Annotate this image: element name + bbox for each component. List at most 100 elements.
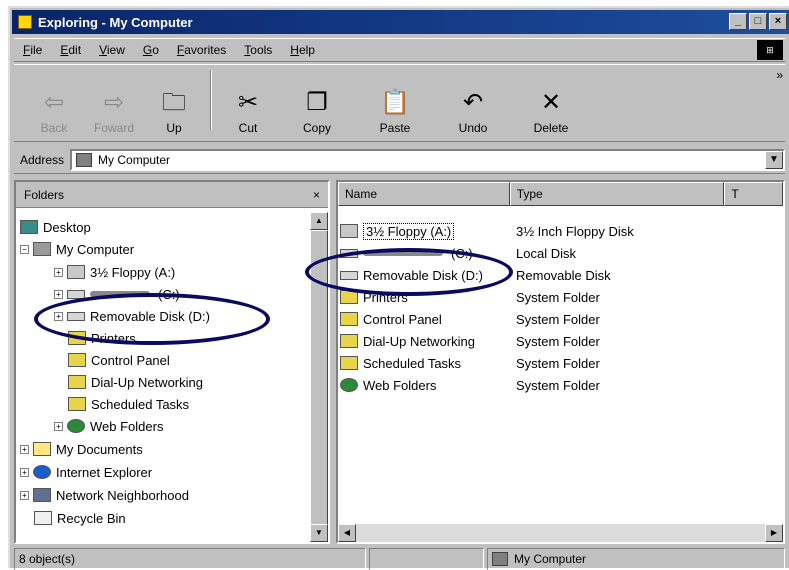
collapse-icon[interactable]: − — [20, 244, 29, 254]
delete-label: Delete — [533, 121, 569, 135]
tree-item-scheduled-tasks[interactable]: Scheduled Tasks — [68, 393, 189, 415]
up-label: Up — [166, 121, 182, 135]
status-location: My Computer — [487, 548, 785, 570]
expand-icon[interactable]: + — [54, 267, 63, 277]
undo-button[interactable]: ↶ Undo — [434, 85, 512, 135]
paste-button[interactable]: 📋 Paste — [356, 85, 434, 135]
file-type: System Folder — [516, 377, 600, 393]
file-name: Scheduled Tasks — [363, 355, 462, 371]
tree-item-floppy[interactable]: +3½ Floppy (A:) — [54, 261, 175, 283]
file-row[interactable]: Removable Disk (D:) Removable Disk — [340, 264, 676, 286]
file-name: Control Panel — [363, 311, 442, 327]
up-folder-icon: 🗀 — [162, 89, 186, 116]
floppy-drive-icon — [340, 224, 358, 238]
status-object-count: 8 object(s) — [14, 548, 366, 570]
address-field[interactable]: My Computer ▼ — [70, 148, 785, 171]
computer-icon — [76, 152, 93, 167]
up-button[interactable]: 🗀 Up — [144, 85, 204, 135]
file-row[interactable]: Scheduled Tasks System Folder — [340, 352, 676, 374]
scroll-thumb[interactable] — [310, 230, 328, 530]
close-pane-button[interactable]: × — [313, 188, 320, 202]
tree-item-my-computer[interactable]: − My Computer — [20, 238, 134, 260]
tree-item-network[interactable]: + Network Neighborhood — [20, 484, 189, 506]
close-button[interactable]: × — [769, 13, 787, 30]
file-row[interactable]: Printers System Folder — [340, 286, 676, 308]
cut-button[interactable]: ✂ Cut — [218, 85, 278, 135]
expand-icon[interactable]: + — [54, 311, 63, 321]
tree-item-my-documents[interactable]: + My Documents — [20, 438, 143, 460]
menu-go[interactable]: Go — [143, 43, 159, 57]
menu-edit[interactable]: Edit — [60, 43, 81, 57]
forward-button[interactable]: ⇨ Foward — [84, 85, 144, 135]
copy-button[interactable]: ❐ Copy — [278, 85, 356, 135]
file-row[interactable]: (C:) Local Disk — [340, 242, 676, 264]
window-title: Exploring - My Computer — [38, 14, 193, 30]
menu-file[interactable]: File — [23, 43, 42, 57]
file-list-hscrollbar[interactable]: ◀ ▶ — [338, 524, 783, 542]
windows-logo-icon: ⊞ — [757, 40, 783, 60]
tree-item-label: Web Folders — [90, 418, 164, 434]
scheduled-tasks-icon — [68, 397, 86, 411]
tree-item-label: 3½ Floppy (A:) — [90, 264, 176, 280]
tree-item-label: Recycle Bin — [57, 510, 126, 526]
file-type: 3½ Inch Floppy Disk — [516, 223, 634, 239]
file-type: System Folder — [516, 289, 600, 305]
scroll-left-button[interactable]: ◀ — [338, 524, 356, 542]
expand-icon[interactable]: + — [20, 490, 29, 500]
scroll-up-button[interactable]: ▲ — [310, 212, 328, 230]
tree-item-local-disk[interactable]: + (C:) — [54, 283, 180, 305]
column-total[interactable]: T — [724, 182, 783, 206]
expand-icon[interactable]: + — [20, 467, 29, 477]
dialup-folder-icon — [68, 375, 86, 389]
menu-favorites[interactable]: Favorites — [177, 43, 226, 57]
obscured-label — [90, 291, 150, 297]
tree-item-removable-disk[interactable]: + Removable Disk (D:) — [54, 305, 210, 327]
file-name: Dial-Up Networking — [363, 333, 475, 349]
web-folders-icon — [340, 378, 358, 392]
forward-arrow-icon: ⇨ — [103, 89, 125, 116]
tree-item-desktop[interactable]: Desktop — [20, 216, 91, 238]
scroll-down-button[interactable]: ▼ — [310, 524, 328, 542]
expand-icon[interactable]: + — [54, 421, 63, 431]
tree-item-control-panel[interactable]: Control Panel — [68, 349, 170, 371]
tree-item-label: (C:) — [158, 286, 180, 302]
file-type: System Folder — [516, 355, 600, 371]
scroll-track[interactable] — [356, 524, 765, 542]
obscured-label — [363, 250, 443, 256]
maximize-button[interactable]: □ — [749, 13, 767, 30]
scroll-right-button[interactable]: ▶ — [765, 524, 783, 542]
back-button[interactable]: ⇦ Back — [24, 85, 84, 135]
address-label: Address — [20, 152, 65, 167]
cut-label: Cut — [238, 121, 258, 135]
explorer-window: Exploring - My Computer _ □ × File Edit … — [8, 6, 789, 570]
menu-help[interactable]: Help — [290, 43, 315, 57]
delete-x-icon: ✕ — [540, 89, 562, 116]
expand-icon[interactable]: + — [54, 289, 63, 299]
file-name: Printers — [363, 289, 408, 305]
toolbar-more-button[interactable]: » — [776, 68, 783, 82]
chevron-down-icon[interactable]: ▼ — [765, 150, 783, 169]
tree-item-label: Network Neighborhood — [56, 487, 189, 503]
column-name[interactable]: Name — [338, 182, 510, 206]
title-bar[interactable]: Exploring - My Computer _ □ × — [12, 10, 789, 34]
minimize-button[interactable]: _ — [729, 13, 747, 30]
tree-item-dialup[interactable]: Dial-Up Networking — [68, 371, 203, 393]
file-row[interactable]: Dial-Up Networking System Folder — [340, 330, 676, 352]
expand-icon[interactable]: + — [20, 444, 29, 454]
file-row[interactable]: 3½ Floppy (A:) 3½ Inch Floppy Disk — [340, 220, 676, 242]
file-name: 3½ Floppy (A:) — [363, 222, 455, 240]
menu-view[interactable]: View — [99, 43, 125, 57]
column-type[interactable]: Type — [509, 182, 725, 206]
delete-button[interactable]: ✕ Delete — [512, 85, 590, 135]
folders-header: Folders — [24, 187, 65, 202]
file-row[interactable]: Control Panel System Folder — [340, 308, 676, 330]
tree-item-internet-explorer[interactable]: + Internet Explorer — [20, 461, 152, 483]
folders-scrollbar[interactable]: ▲ ▼ — [310, 212, 328, 542]
tree-item-printers[interactable]: Printers — [68, 327, 136, 349]
file-type: Removable Disk — [516, 267, 611, 283]
recycle-bin-icon — [34, 511, 52, 525]
tree-item-web-folders[interactable]: + Web Folders — [54, 415, 163, 437]
file-row[interactable]: Web Folders System Folder — [340, 374, 676, 396]
tree-item-recycle-bin[interactable]: Recycle Bin — [34, 507, 126, 529]
menu-tools[interactable]: Tools — [244, 43, 272, 57]
